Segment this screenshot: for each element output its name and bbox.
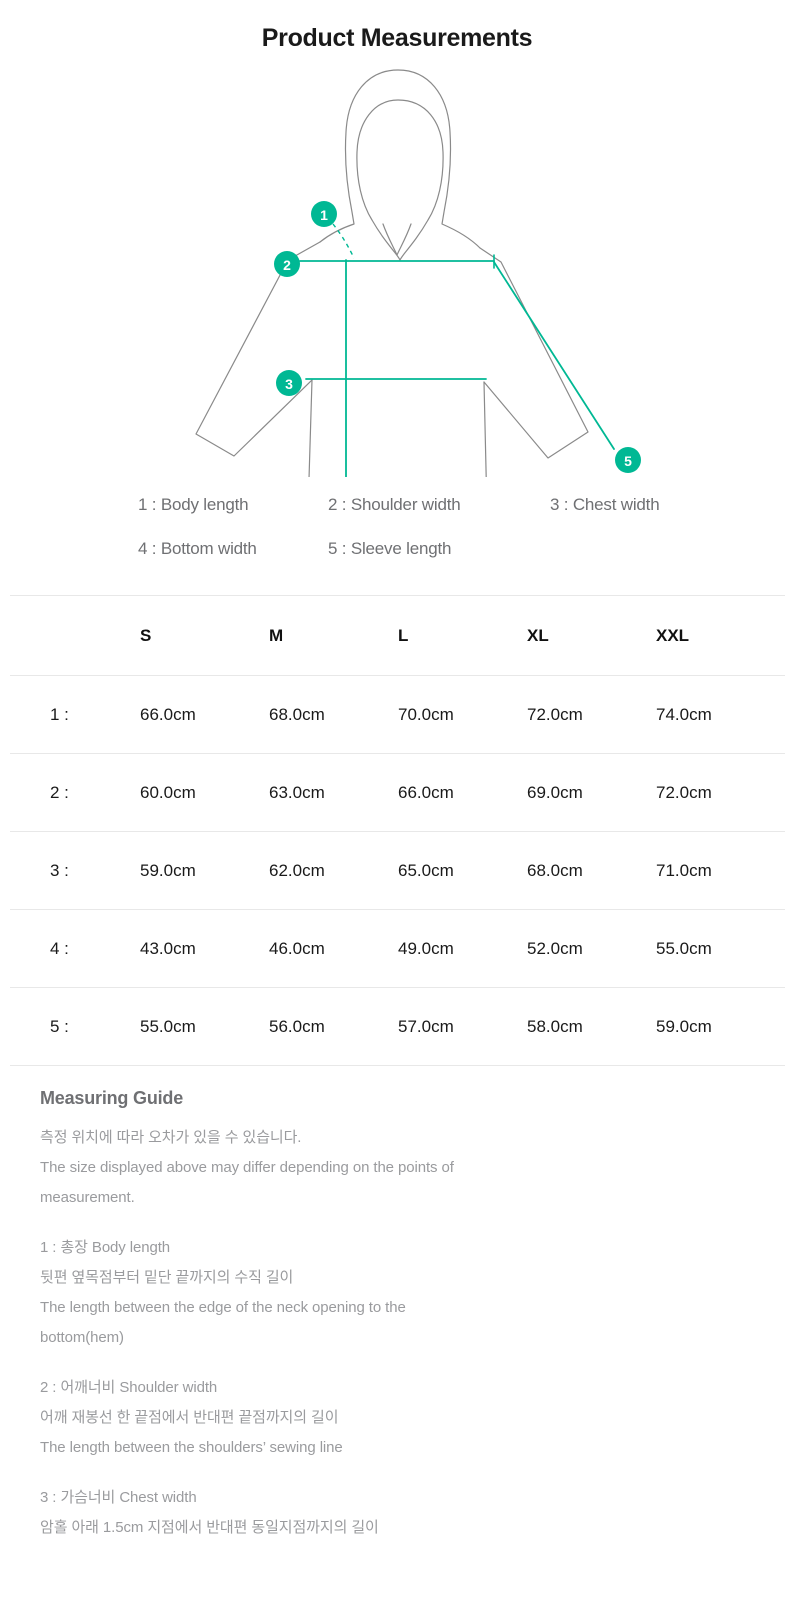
cell-xxl: 74.0cm xyxy=(656,675,785,754)
cell-m: 46.0cm xyxy=(269,909,398,988)
cell-l: 70.0cm xyxy=(398,675,527,754)
guide-item-line: 뒷편 옆목점부터 밑단 끝까지의 수직 길이 xyxy=(40,1269,294,1286)
cell-xxl: 55.0cm xyxy=(656,909,785,988)
size-table-corner-cell xyxy=(10,595,140,676)
size-table-body: 1 : 66.0cm 68.0cm 70.0cm 72.0cm 74.0cm 2… xyxy=(10,675,785,1066)
table-row: 3 : 59.0cm 62.0cm 65.0cm 68.0cm 71.0cm xyxy=(10,831,785,910)
size-table-col-s: S xyxy=(140,595,269,676)
table-row: 2 : 60.0cm 63.0cm 66.0cm 69.0cm 72.0cm xyxy=(10,753,785,832)
legend: 1 : Body length 2 : Shoulder width 3 : C… xyxy=(0,477,794,571)
badge-1: 1 xyxy=(311,201,337,227)
size-table-col-m: M xyxy=(269,595,398,676)
guide-item-line: The length between the edge of the neck … xyxy=(40,1299,406,1316)
guide-item-heading: 2 : 어깨너비 Shoulder width xyxy=(40,1379,218,1396)
cell-l: 57.0cm xyxy=(398,987,527,1066)
row-label: 4 : xyxy=(10,909,140,988)
guide-intro-block: 측정 위치에 따라 오차가 있을 수 있습니다. The size displa… xyxy=(40,1123,766,1213)
badge-2-label: 2 xyxy=(283,257,291,273)
legend-item-body-length: 1 : Body length xyxy=(138,495,249,514)
guide-intro-line: The size displayed above may differ depe… xyxy=(40,1159,454,1176)
legend-row-2: 4 : Bottom width 5 : Sleeve length xyxy=(0,527,794,571)
legend-item-bottom-width: 4 : Bottom width xyxy=(138,539,257,558)
row-label: 3 : xyxy=(10,831,140,910)
guide-intro-line: measurement. xyxy=(40,1189,135,1206)
right-sleeve-path xyxy=(479,247,589,459)
cell-m: 68.0cm xyxy=(269,675,398,754)
guide-item-chest-width: 3 : 가슴너비 Chest width 암홀 아래 1.5cm 지점에서 반대… xyxy=(40,1483,766,1543)
guide-item-heading: 1 : 총장 Body length xyxy=(40,1239,171,1256)
cell-s: 55.0cm xyxy=(140,987,269,1066)
measuring-guide: Measuring Guide 측정 위치에 따라 오차가 있을 수 있습니다.… xyxy=(40,1088,766,1573)
cell-m: 62.0cm xyxy=(269,831,398,910)
cell-xl: 69.0cm xyxy=(527,753,656,832)
size-table-head: S M L XL XXL xyxy=(10,595,785,676)
cell-s: 43.0cm xyxy=(140,909,269,988)
legend-item-shoulder-width: 2 : Shoulder width xyxy=(328,495,461,514)
size-table-col-l: L xyxy=(398,595,527,676)
badge-5: 5 xyxy=(615,447,641,473)
cell-xl: 68.0cm xyxy=(527,831,656,910)
badge-3-label: 3 xyxy=(285,376,293,392)
badge-1-leader-line xyxy=(332,223,355,259)
cell-xl: 58.0cm xyxy=(527,987,656,1066)
left-sleeve-path xyxy=(195,241,321,457)
measuring-guide-title: Measuring Guide xyxy=(40,1088,184,1108)
cell-m: 56.0cm xyxy=(269,987,398,1066)
guide-item-line: 어깨 재봉선 한 끝점에서 반대편 끝점까지의 길이 xyxy=(40,1409,339,1426)
body-left-side-path xyxy=(308,379,313,477)
table-row: 5 : 55.0cm 56.0cm 57.0cm 58.0cm 59.0cm xyxy=(10,987,785,1066)
cell-l: 66.0cm xyxy=(398,753,527,832)
cell-xxl: 72.0cm xyxy=(656,753,785,832)
guide-item-heading: 3 : 가슴너비 Chest width xyxy=(40,1489,197,1506)
badge-1-label: 1 xyxy=(320,207,328,223)
badge-3: 3 xyxy=(276,370,302,396)
measurement-lines xyxy=(299,254,615,477)
legend-row-1: 1 : Body length 2 : Shoulder width 3 : C… xyxy=(0,483,794,527)
cell-l: 65.0cm xyxy=(398,831,527,910)
diagram-badges: 1 2 3 4 5 xyxy=(274,201,641,473)
badge-2: 2 xyxy=(274,251,300,277)
table-row: 1 : 66.0cm 68.0cm 70.0cm 72.0cm 74.0cm xyxy=(10,675,785,754)
row-label: 5 : xyxy=(10,987,140,1066)
legend-item-sleeve-length: 5 : Sleeve length xyxy=(328,539,452,558)
size-table: S M L XL XXL 1 : 66.0cm 68.0cm 70.0cm 72… xyxy=(10,595,785,1066)
body-right-side-path xyxy=(483,381,487,477)
line-5-sleeve-length xyxy=(493,261,615,450)
cell-m: 63.0cm xyxy=(269,753,398,832)
guide-item-body-length: 1 : 총장 Body length 뒷편 옆목점부터 밑단 끝까지의 수직 길… xyxy=(40,1233,766,1353)
legend-item-chest-width: 3 : Chest width xyxy=(550,495,660,514)
row-label: 1 : xyxy=(10,675,140,754)
garment-outline xyxy=(195,69,589,477)
row-label: 2 : xyxy=(10,753,140,832)
cell-s: 66.0cm xyxy=(140,675,269,754)
guide-item-line: bottom(hem) xyxy=(40,1329,124,1346)
measurement-diagram: 1 2 3 4 5 xyxy=(0,52,794,477)
size-table-col-xl: XL xyxy=(527,595,656,676)
guide-item-line: 암홀 아래 1.5cm 지점에서 반대편 동일지점까지의 길이 xyxy=(40,1519,379,1536)
cell-xl: 72.0cm xyxy=(527,675,656,754)
cell-l: 49.0cm xyxy=(398,909,527,988)
guide-item-line: The length between the shoulders’ sewing… xyxy=(40,1439,343,1456)
table-row: 4 : 43.0cm 46.0cm 49.0cm 52.0cm 55.0cm xyxy=(10,909,785,988)
size-table-col-xxl: XXL xyxy=(656,595,785,676)
cell-xxl: 71.0cm xyxy=(656,831,785,910)
guide-intro-line: 측정 위치에 따라 오차가 있을 수 있습니다. xyxy=(40,1129,302,1146)
cell-s: 60.0cm xyxy=(140,753,269,832)
size-table-header-row: S M L XL XXL xyxy=(10,595,785,676)
cell-xxl: 59.0cm xyxy=(656,987,785,1066)
guide-item-shoulder-width: 2 : 어깨너비 Shoulder width 어깨 재봉선 한 끝점에서 반대… xyxy=(40,1373,766,1463)
cell-s: 59.0cm xyxy=(140,831,269,910)
cell-xl: 52.0cm xyxy=(527,909,656,988)
hood-inner-path xyxy=(356,99,444,261)
hood-outer-path xyxy=(319,69,481,249)
page-title: Product Measurements xyxy=(261,24,533,52)
hoodie-diagram-svg: 1 2 3 4 5 xyxy=(195,69,641,477)
badge-5-label: 5 xyxy=(624,453,632,469)
